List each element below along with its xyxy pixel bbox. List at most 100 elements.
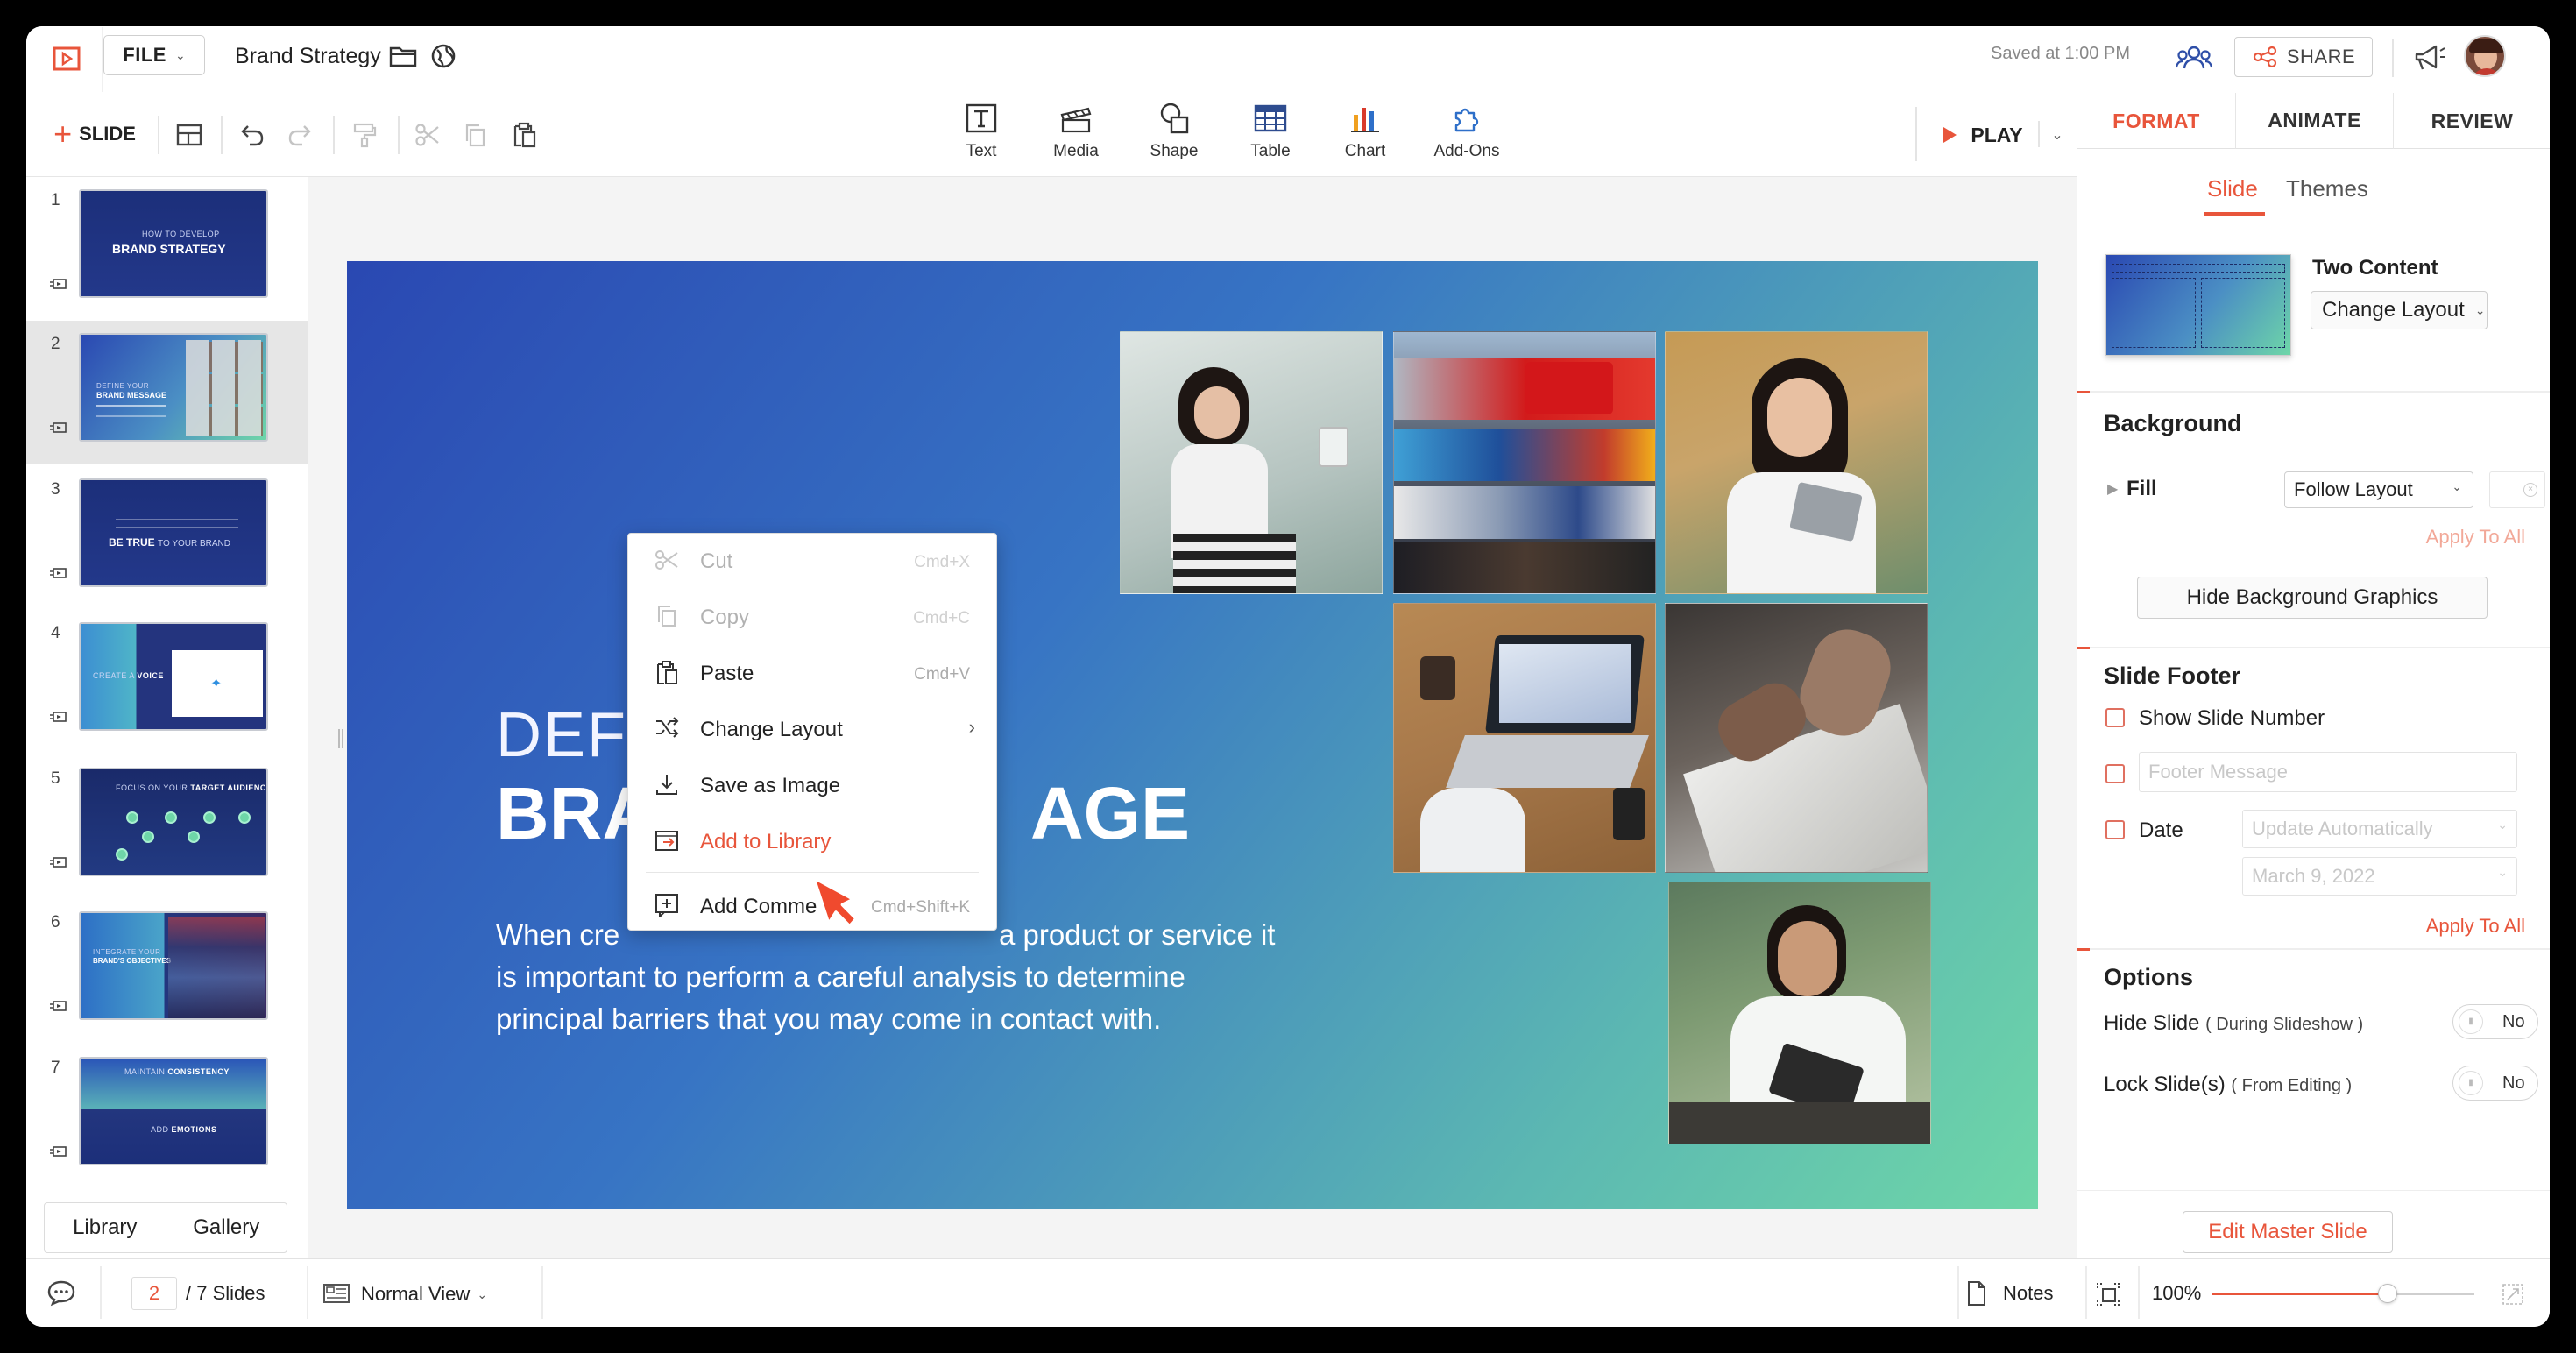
gallery-tab[interactable]: Gallery (166, 1203, 287, 1252)
slide-thumbnail-2[interactable]: 2 DEFINE YOUR BRAND MESSAGE (26, 321, 308, 464)
slide-thumbnail-7[interactable]: 7 MAINTAIN CONSISTENCY ADD EMOTIONS (26, 1045, 308, 1188)
slide-title-line2-end[interactable]: AGE (1030, 771, 1190, 856)
thumb-subtitle: DEFINE YOUR (96, 382, 150, 390)
menu-item-paste[interactable]: Paste Cmd+V (628, 646, 996, 698)
slide-preview[interactable]: BE TRUE TO YOUR BRAND (79, 478, 268, 587)
lock-slide-toggle[interactable]: ▮ No (2452, 1066, 2538, 1101)
layout-thumbnail[interactable] (2105, 254, 2291, 356)
slide-photo-man-tablet[interactable] (1668, 882, 1931, 1144)
date-mode-dropdown[interactable]: Update Automatically ⌄ (2242, 810, 2517, 848)
announcement-icon[interactable] (2410, 39, 2448, 77)
comments-icon[interactable] (44, 1275, 79, 1310)
menu-item-change-layout[interactable]: Change Layout › (628, 702, 996, 754)
current-slide[interactable]: DEFI BRA AGE When cre a product or servi… (347, 261, 2038, 1209)
fill-color-swatch[interactable]: × (2489, 471, 2545, 508)
undo-icon[interactable] (233, 116, 272, 154)
change-layout-dropdown[interactable]: Change Layout ⌄ (2311, 291, 2488, 329)
app-logo-icon[interactable] (47, 42, 86, 77)
slide-preview[interactable]: CREATE A VOICE ✦ (79, 622, 268, 731)
gallery-tab-label: Gallery (193, 1215, 260, 1239)
slide-photo-girl-tablet[interactable] (1665, 331, 1928, 594)
insert-chart-button[interactable]: Chart (1321, 100, 1409, 170)
slide-thumbnail-4[interactable]: 4 CREATE A VOICE ✦ (26, 610, 308, 754)
footer-placeholder: Footer Message (2148, 761, 2288, 783)
insert-media-button[interactable]: Media (1032, 100, 1120, 170)
share-button[interactable]: SHARE (2234, 37, 2373, 77)
document-title[interactable]: Brand Strategy (235, 44, 381, 69)
hide-background-graphics-button[interactable]: Hide Background Graphics (2137, 577, 2488, 619)
menu-item-cut[interactable]: Cut Cmd+X (628, 534, 996, 586)
play-button[interactable]: PLAY (1928, 116, 2036, 154)
slide-body-line3[interactable]: principal barriers that you may come in … (496, 1002, 1161, 1036)
animation-indicator-icon (49, 712, 67, 724)
insert-text-button[interactable]: Text (938, 100, 1025, 170)
paste-icon[interactable] (505, 116, 543, 154)
slide-photo-newspaper[interactable] (1665, 603, 1928, 873)
thumb-sub-text: MAINTAIN (124, 1067, 166, 1076)
slide-title-line1[interactable]: DEFI (496, 699, 647, 771)
apply-all-background-link[interactable]: Apply To All (2426, 526, 2525, 549)
date-value-dropdown[interactable]: March 9, 2022 ⌄ (2242, 857, 2517, 896)
subtab-themes[interactable]: Themes (2286, 175, 2368, 202)
slide-thumbnail-5[interactable]: 5 FOCUS ON YOUR TARGET AUDIENCE (26, 755, 308, 899)
expand-triangle-icon[interactable]: ▶ (2107, 480, 2118, 498)
tab-review[interactable]: REVIEW (2393, 93, 2550, 149)
format-painter-icon[interactable] (345, 116, 384, 154)
zoom-slider-track[interactable] (2212, 1284, 2474, 1303)
globe-icon[interactable] (428, 40, 459, 72)
redo-icon[interactable] (280, 116, 319, 154)
tab-format[interactable]: FORMAT (2077, 93, 2235, 149)
fullscreen-icon[interactable] (2495, 1277, 2530, 1312)
notes-button[interactable]: Notes (1966, 1275, 2080, 1312)
insert-add-ons-button[interactable]: Add-Ons (1423, 100, 1511, 170)
show-slide-number-checkbox[interactable] (2105, 708, 2125, 727)
zoom-slider-handle[interactable] (2378, 1284, 2397, 1303)
slide-preview[interactable]: MAINTAIN CONSISTENCY ADD EMOTIONS (79, 1057, 268, 1165)
new-slide-button[interactable]: + SLIDE (42, 116, 147, 152)
file-menu-button[interactable]: FILE ⌄ (103, 35, 205, 75)
fit-to-screen-icon[interactable] (2091, 1277, 2126, 1312)
current-slide-input[interactable]: 2 (131, 1277, 177, 1310)
panel-resize-handle[interactable] (338, 729, 343, 748)
slide-thumbnail-3[interactable]: 3 BE TRUE TO YOUR BRAND (26, 466, 308, 610)
slide-preview[interactable]: DEFINE YOUR BRAND MESSAGE (79, 333, 268, 442)
slide-preview[interactable]: FOCUS ON YOUR TARGET AUDIENCE (79, 768, 268, 876)
date-checkbox[interactable] (2105, 820, 2125, 839)
hide-slide-toggle[interactable]: ▮ No (2452, 1004, 2538, 1039)
cut-icon[interactable] (408, 116, 447, 154)
insert-shape-button[interactable]: Shape (1130, 100, 1218, 170)
slide-body-line2[interactable]: is important to perform a careful analys… (496, 960, 1185, 994)
slide-thumbnail-1[interactable]: 1 HOW TO DEVELOP BRAND STRATEGY (26, 177, 308, 321)
library-tab[interactable]: Library (45, 1203, 166, 1252)
slide-photo-woman-tablet[interactable] (1120, 331, 1383, 594)
layout-icon[interactable] (170, 116, 209, 154)
menu-item-save-as-image[interactable]: Save as Image (628, 758, 996, 811)
footer-message-input[interactable]: Footer Message (2139, 752, 2517, 792)
tab-animate[interactable]: ANIMATE (2235, 93, 2393, 149)
fill-dropdown[interactable]: Follow Layout ⌄ (2284, 471, 2473, 508)
menu-item-add-to-library[interactable]: Add to Library (628, 814, 996, 867)
copy-icon[interactable] (456, 116, 494, 154)
insert-table-button[interactable]: Table (1227, 100, 1314, 170)
subtab-slide[interactable]: Slide (2207, 175, 2258, 202)
view-mode-dropdown[interactable]: Normal View ⌄ (361, 1277, 527, 1312)
play-options-chevron-icon[interactable]: ⌄ (2042, 119, 2073, 151)
slide-body-line1-end[interactable]: a product or service it (999, 918, 1275, 952)
slide-preview[interactable]: HOW TO DEVELOP BRAND STRATEGY (79, 189, 268, 298)
slide-thumbnail-6[interactable]: 6 INTEGRATE YOUR BRAND'S OBJECTIVES (26, 899, 308, 1043)
apply-all-footer-link[interactable]: Apply To All (2426, 915, 2525, 938)
edit-master-slide-button[interactable]: Edit Master Slide (2183, 1211, 2393, 1253)
date-mode-value: Update Automatically (2252, 818, 2433, 839)
user-avatar[interactable] (2464, 35, 2506, 77)
slide-number: 3 (51, 480, 60, 499)
slide-photo-laptop-desk[interactable] (1393, 603, 1656, 873)
menu-item-copy[interactable]: Copy Cmd+C (628, 590, 996, 642)
collaborators-icon[interactable] (2173, 40, 2215, 75)
footer-message-checkbox[interactable] (2105, 764, 2125, 783)
folder-icon[interactable] (387, 40, 419, 72)
status-bar: 2 / 7 Slides Normal View ⌄ Notes 100% (26, 1258, 2550, 1327)
normal-view-icon (319, 1279, 354, 1308)
slide-preview[interactable]: INTEGRATE YOUR BRAND'S OBJECTIVES (79, 911, 268, 1020)
slide-photo-city-billboards[interactable] (1393, 331, 1656, 594)
slide-body-line1-start[interactable]: When cre (496, 918, 619, 952)
